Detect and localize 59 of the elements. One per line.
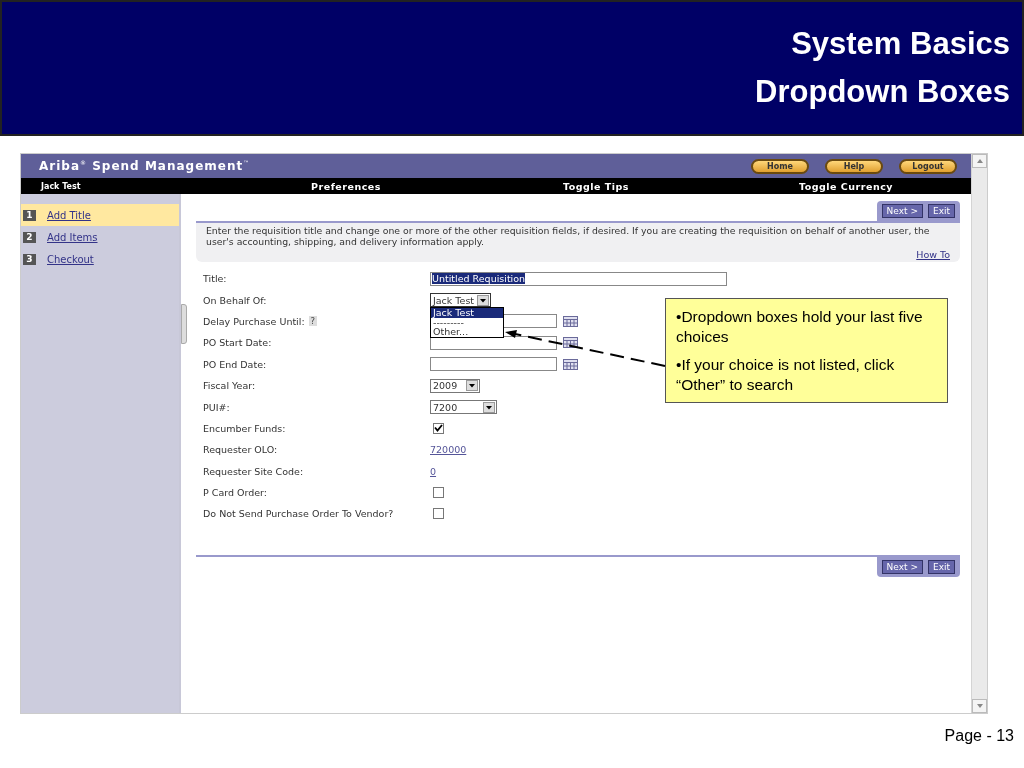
step-number: 3 (23, 253, 36, 265)
step-number: 2 (23, 231, 36, 243)
field-label: PUI#: (203, 401, 230, 413)
dropdown[interactable]: 2009 (430, 378, 480, 393)
page-number: Page - 13 (944, 727, 1014, 745)
slide-title: Dropdown Boxes (755, 73, 1010, 111)
value-link[interactable]: 720000 (430, 444, 467, 456)
date-field[interactable] (430, 357, 557, 372)
app-brand: Ariba$^{®}$ Spend Management$^{™}$ (39, 159, 251, 173)
step-item[interactable]: 1 Add Title (21, 204, 179, 226)
header-button[interactable]: Help (825, 158, 883, 174)
help-badge[interactable]: ? (308, 316, 318, 327)
field-label: Encumber Funds: (203, 422, 286, 434)
calendar-icon[interactable] (563, 337, 578, 349)
nav-button[interactable]: Exit (927, 559, 955, 574)
dropdown[interactable]: Jack Test (430, 293, 492, 308)
step-link[interactable]: Add Title (47, 209, 91, 221)
field-label: Requester Site Code: (203, 465, 304, 477)
slide-title: System Basics (791, 25, 1010, 63)
nav-link[interactable]: Preferences (311, 180, 381, 192)
collapse-handle[interactable] (181, 303, 187, 344)
nav-button[interactable]: Next > (881, 204, 923, 218)
step-item[interactable]: 3 Checkout (21, 248, 179, 270)
field-label: PO Start Date: (203, 337, 272, 349)
scrollbar[interactable] (971, 154, 987, 713)
step-link[interactable]: Add Items (47, 231, 98, 243)
up-arrow-icon (976, 159, 983, 163)
field-label: PO End Date: (203, 358, 267, 370)
checkbox[interactable] (433, 422, 444, 434)
field-label: Delay Purchase Until: (203, 315, 305, 327)
scroll-up-button[interactable] (972, 154, 987, 168)
callout-text: •Dropdown boxes hold your last five choices (676, 307, 924, 347)
field-label: Requester OLO: (203, 444, 278, 456)
header-button[interactable]: Logout (899, 158, 957, 174)
dropdown-option[interactable]: Jack Test (431, 308, 503, 318)
callout-text: •If your choice is not listed, click “Other” to search (676, 355, 896, 395)
nav-button[interactable]: Exit (927, 204, 955, 218)
step-number: 1 (23, 209, 36, 221)
field-label: P Card Order: (203, 487, 268, 499)
checkbox[interactable] (433, 487, 444, 499)
title-field[interactable]: Untitled Requisition (430, 271, 727, 286)
checkbox[interactable] (433, 508, 444, 520)
field-label: Fiscal Year: (203, 380, 256, 392)
user-name: Jack Test (41, 181, 82, 191)
step-link[interactable]: Checkout (47, 253, 94, 265)
field-label: On Behalf Of: (203, 294, 267, 306)
instructions-text: Enter the requisition title and change one or more of the other requisition fields, if desired. If you are creating the requisition on behalf of another user, the user's accounting, shipping, and delivery information apply. (206, 226, 931, 247)
down-arrow-icon (976, 704, 983, 708)
nav-button[interactable]: Next > (881, 559, 923, 574)
nav-link[interactable]: Toggle Currency (799, 180, 893, 192)
header-button[interactable]: Home (751, 158, 809, 174)
scroll-down-button[interactable] (972, 699, 987, 713)
how-to-link[interactable]: How To (916, 249, 950, 260)
field-label: Do Not Send Purchase Order To Vendor? (203, 508, 394, 520)
dropdown[interactable]: 7200 (430, 400, 497, 415)
nav-link[interactable]: Toggle Tips (562, 180, 629, 192)
step-item[interactable]: 2 Add Items (21, 226, 179, 248)
value-link[interactable]: 0 (430, 465, 437, 477)
field-label: Title: (203, 273, 227, 285)
